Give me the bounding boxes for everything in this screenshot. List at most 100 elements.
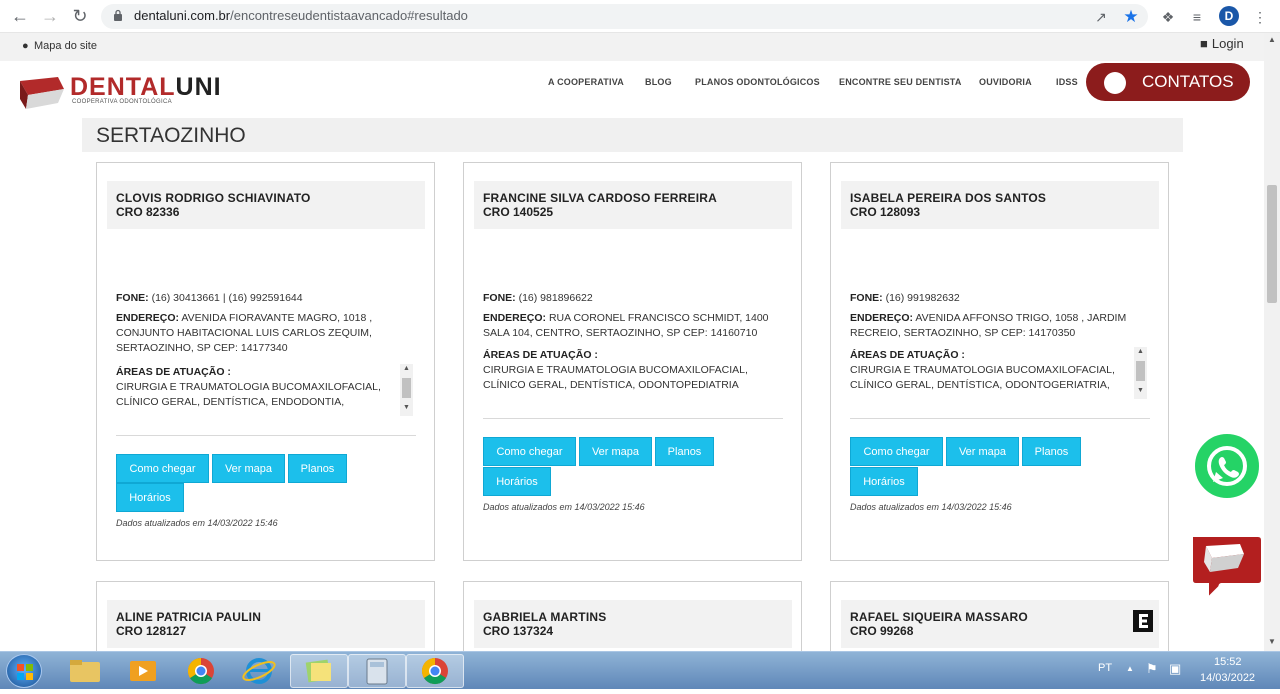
- ver-mapa-button[interactable]: Ver mapa: [212, 454, 285, 483]
- card-header: FRANCINE SILVA CARDOSO FERREIRA CRO 1405…: [474, 181, 792, 229]
- e-badge-icon: [1133, 610, 1153, 632]
- address-block: ENDEREÇO: AVENIDA AFFONSO TRIGO, 1058 , …: [850, 312, 1127, 339]
- horarios-button[interactable]: Horários: [483, 467, 551, 496]
- scroll-down-arrow: ▼: [1268, 637, 1276, 646]
- city-header: SERTAOZINHO: [82, 118, 1183, 152]
- dentist-cro: CRO 128093: [850, 205, 921, 219]
- dentist-card: CLOVIS RODRIGO SCHIAVINATO CRO 82336 FON…: [96, 162, 435, 561]
- headset-icon: [1104, 72, 1126, 94]
- dentist-card: ISABELA PEREIRA DOS SANTOS CRO 128093 FO…: [830, 162, 1169, 561]
- map-pin-icon: ●: [22, 40, 29, 52]
- updated-text: Dados atualizados em 14/03/2022 15:46: [116, 518, 278, 528]
- network-icon[interactable]: ▣: [1169, 661, 1181, 677]
- ver-mapa-button[interactable]: Ver mapa: [946, 437, 1019, 466]
- browser-toolbar: ← → ↻ dentaluni.com.br/encontreseudentis…: [0, 0, 1280, 33]
- lock-icon: [114, 9, 122, 21]
- chrome-icon: [421, 657, 448, 685]
- contatos-button[interactable]: CONTATOS: [1086, 63, 1250, 101]
- share-icon[interactable]: ↗: [1092, 8, 1110, 26]
- back-icon[interactable]: ←: [8, 4, 32, 28]
- site-header: DENTALUNI COOPERATIVA ODONTOLÓGICA A COO…: [0, 61, 1264, 118]
- horarios-button[interactable]: Horários: [116, 483, 184, 512]
- login-link[interactable]: ■ Login: [1200, 36, 1244, 51]
- url-text: dentaluni.com.br/encontreseudentistaavan…: [134, 8, 468, 23]
- dentist-cro: CRO 140525: [483, 205, 554, 219]
- language-indicator[interactable]: PT: [1098, 662, 1112, 674]
- dentist-card: FRANCINE SILVA CARDOSO FERREIRA CRO 1405…: [463, 162, 802, 561]
- reload-icon[interactable]: ↻: [68, 4, 92, 28]
- menu-ouvidoria[interactable]: OUVIDORIA: [979, 77, 1032, 87]
- taskbar-calculator[interactable]: [348, 654, 406, 688]
- profile-avatar[interactable]: D: [1219, 6, 1239, 26]
- taskbar-chrome[interactable]: [172, 654, 230, 688]
- address-bar[interactable]: dentaluni.com.br/encontreseudentistaavan…: [101, 4, 1148, 29]
- logo-subtitle: COOPERATIVA ODONTOLÓGICA: [72, 99, 172, 105]
- menu-dots-icon[interactable]: ⋮: [1250, 7, 1270, 27]
- bookmark-star-icon[interactable]: ★: [1122, 8, 1140, 26]
- areas-block: ÁREAS DE ATUAÇÃO : CIRURGIA E TRAUMATOLO…: [116, 366, 381, 408]
- windows-taskbar: PT ▲ ⚑ ▣ 15:52 14/03/2022: [0, 651, 1280, 689]
- como-chegar-button[interactable]: Como chegar: [116, 454, 209, 483]
- logo-uni-text: UNI: [175, 73, 222, 101]
- chrome-icon: [187, 657, 214, 685]
- areas-scrollbar[interactable]: ▲ ▼: [1134, 347, 1147, 399]
- menu-idss[interactable]: IDSS: [1056, 77, 1078, 87]
- chat-online-button[interactable]: CHAT ON-LINE: [1188, 532, 1264, 604]
- dentist-name: ALINE PATRICIA PAULIN: [116, 610, 262, 624]
- horarios-button[interactable]: Horários: [850, 467, 918, 496]
- chat-label-2: ON-LINE: [1212, 590, 1249, 600]
- sitemap-link[interactable]: ● Mapa do site: [22, 40, 97, 52]
- tray-expand-icon[interactable]: ▲: [1126, 664, 1134, 673]
- planos-button[interactable]: Planos: [1022, 437, 1081, 466]
- calculator-icon: [366, 658, 388, 685]
- ver-mapa-button[interactable]: Ver mapa: [579, 437, 652, 466]
- taskbar-sticky-notes[interactable]: [290, 654, 348, 688]
- menu-encontre-dentista[interactable]: ENCONTRE SEU DENTISTA: [839, 77, 962, 87]
- card-header: CLOVIS RODRIGO SCHIAVINATO CRO 82336: [107, 181, 425, 229]
- internet-explorer-icon: [242, 658, 276, 684]
- planos-button[interactable]: Planos: [655, 437, 714, 466]
- scroll-thumb[interactable]: [1267, 185, 1277, 303]
- menu-blog[interactable]: BLOG: [645, 77, 672, 87]
- como-chegar-button[interactable]: Como chegar: [483, 437, 576, 466]
- card-header: GABRIELA MARTINS CRO 137324: [474, 600, 792, 648]
- card-divider: [116, 435, 416, 436]
- folder-icon: [70, 660, 100, 682]
- dentist-name: RAFAEL SIQUEIRA MASSARO: [850, 610, 1028, 624]
- phone-line: FONE: (16) 981896622: [483, 292, 593, 304]
- clock-date[interactable]: 14/03/2022: [1200, 672, 1255, 684]
- phone-line: FONE: (16) 991982632: [850, 292, 960, 304]
- dentist-cro: CRO 99268: [850, 624, 914, 638]
- address-block: ENDEREÇO: AVENIDA FIORAVANTE MAGRO, 1018…: [116, 312, 373, 354]
- whatsapp-button[interactable]: [1192, 431, 1262, 501]
- areas-scrollbar[interactable]: ▲ ▼: [400, 364, 413, 416]
- updated-text: Dados atualizados em 14/03/2022 15:46: [483, 502, 645, 512]
- card-header: ALINE PATRICIA PAULIN CRO 128127: [107, 600, 425, 648]
- taskbar-media[interactable]: [114, 654, 172, 688]
- menu-planos[interactable]: PLANOS ODONTOLÓGICOS: [695, 77, 820, 87]
- dentaluni-logo[interactable]: DENTALUNI COOPERATIVA ODONTOLÓGICA: [18, 73, 258, 113]
- reading-list-icon[interactable]: ≡: [1187, 7, 1207, 27]
- extensions-icon[interactable]: ❖: [1158, 7, 1178, 27]
- dentist-name: CLOVIS RODRIGO SCHIAVINATO: [116, 191, 311, 205]
- logo-dental-text: DENTAL: [70, 73, 176, 101]
- site-topbar: ● Mapa do site ■ Login: [0, 33, 1264, 61]
- address-block: ENDEREÇO: RUA CORONEL FRANCISCO SCHMIDT,…: [483, 312, 769, 339]
- como-chegar-button[interactable]: Como chegar: [850, 437, 943, 466]
- dentist-card: GABRIELA MARTINS CRO 137324: [463, 581, 802, 651]
- menu-a-cooperativa[interactable]: A COOPERATIVA: [548, 77, 624, 87]
- sticky-notes-icon: [305, 659, 331, 683]
- dentist-cro: CRO 82336: [116, 205, 180, 219]
- taskbar-ie[interactable]: [230, 654, 288, 688]
- page-scrollbar[interactable]: ▲ ▼: [1264, 33, 1280, 651]
- windows-logo-icon: [17, 664, 33, 680]
- user-icon: ■: [1200, 36, 1208, 51]
- forward-icon[interactable]: →: [38, 4, 62, 28]
- planos-button[interactable]: Planos: [288, 454, 347, 483]
- clock-time[interactable]: 15:52: [1214, 656, 1242, 668]
- start-button[interactable]: [6, 654, 42, 688]
- taskbar-explorer[interactable]: [56, 654, 114, 688]
- flag-icon[interactable]: ⚑: [1146, 661, 1158, 677]
- dentist-name: FRANCINE SILVA CARDOSO FERREIRA: [483, 191, 717, 205]
- taskbar-chrome-active[interactable]: [406, 654, 464, 688]
